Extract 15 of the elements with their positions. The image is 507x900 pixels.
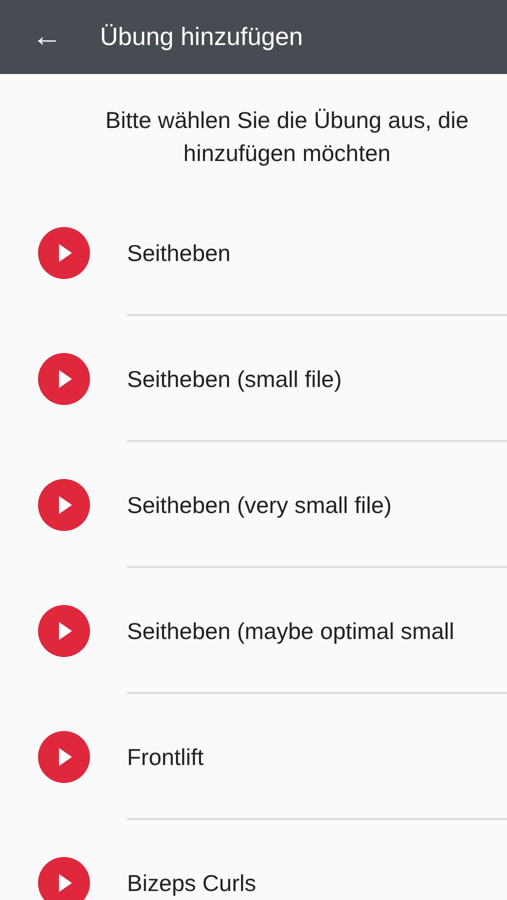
play-icon[interactable] — [38, 479, 90, 531]
play-icon[interactable] — [38, 605, 90, 657]
back-icon[interactable]: ← — [32, 22, 68, 52]
exercise-name[interactable]: Seitheben (very small file) — [127, 492, 392, 518]
play-icon[interactable] — [38, 731, 90, 783]
exercise-name[interactable]: Seitheben (small file) — [127, 366, 342, 392]
play-icon[interactable] — [38, 353, 90, 405]
instruction-text: Bitte wählen Sie die Übung aus, die hinzufügen möchten — [104, 106, 470, 168]
play-icon[interactable] — [38, 857, 90, 900]
exercise-name[interactable]: Seitheben (maybe optimal small — [127, 618, 454, 644]
play-icon[interactable] — [38, 227, 90, 279]
exercise-name[interactable]: Bizeps Curls — [127, 870, 256, 896]
screen-title: Übung hinzufügen — [100, 22, 303, 52]
exercise-name[interactable]: Seitheben — [127, 240, 231, 266]
exercise-name[interactable]: Frontlift — [127, 744, 204, 770]
